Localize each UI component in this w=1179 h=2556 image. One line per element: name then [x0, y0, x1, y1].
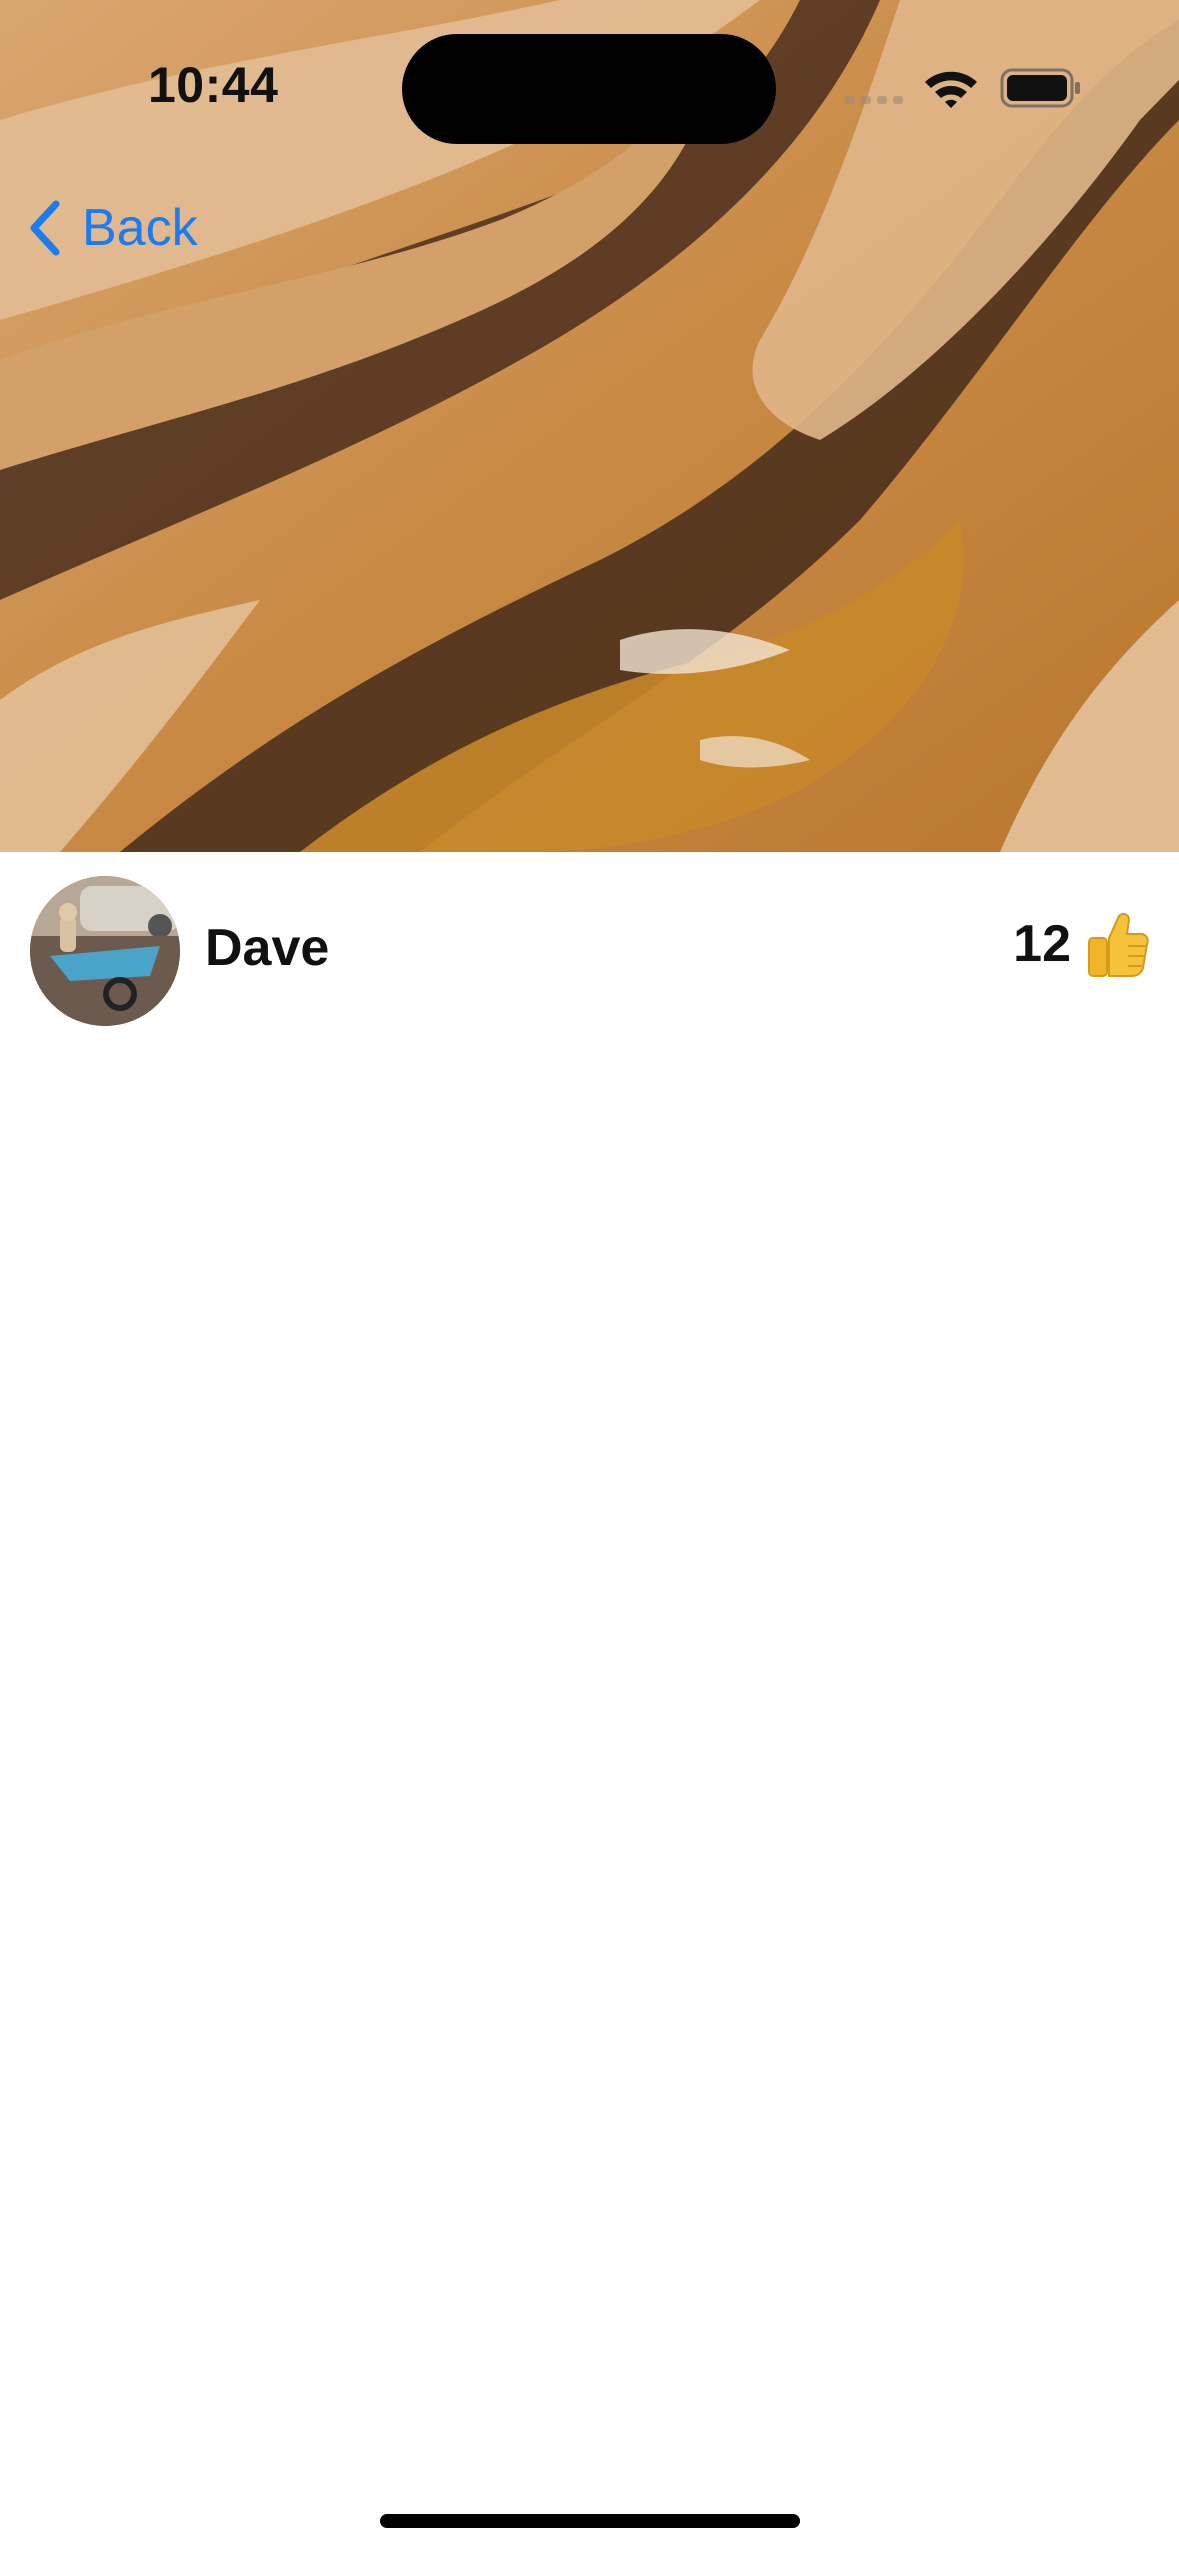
back-button[interactable]: Back: [24, 196, 198, 260]
dynamic-island: [402, 34, 776, 144]
like-count: 12: [1013, 915, 1071, 973]
chevron-left-icon: [30, 200, 60, 256]
wifi-icon: [925, 71, 977, 108]
thumbs-up-icon: [1088, 912, 1149, 977]
author-name: Dave: [205, 919, 330, 977]
status-time: 10:44: [148, 57, 279, 113]
back-label: Back: [82, 199, 198, 257]
avatar[interactable]: [30, 876, 180, 1026]
battery-icon: [1000, 68, 1080, 108]
home-indicator[interactable]: [380, 2514, 800, 2528]
cellular-signal-icon: [845, 96, 903, 104]
like-button[interactable]: 12: [1013, 910, 1149, 978]
author-row: Dave 12: [0, 852, 1179, 1052]
